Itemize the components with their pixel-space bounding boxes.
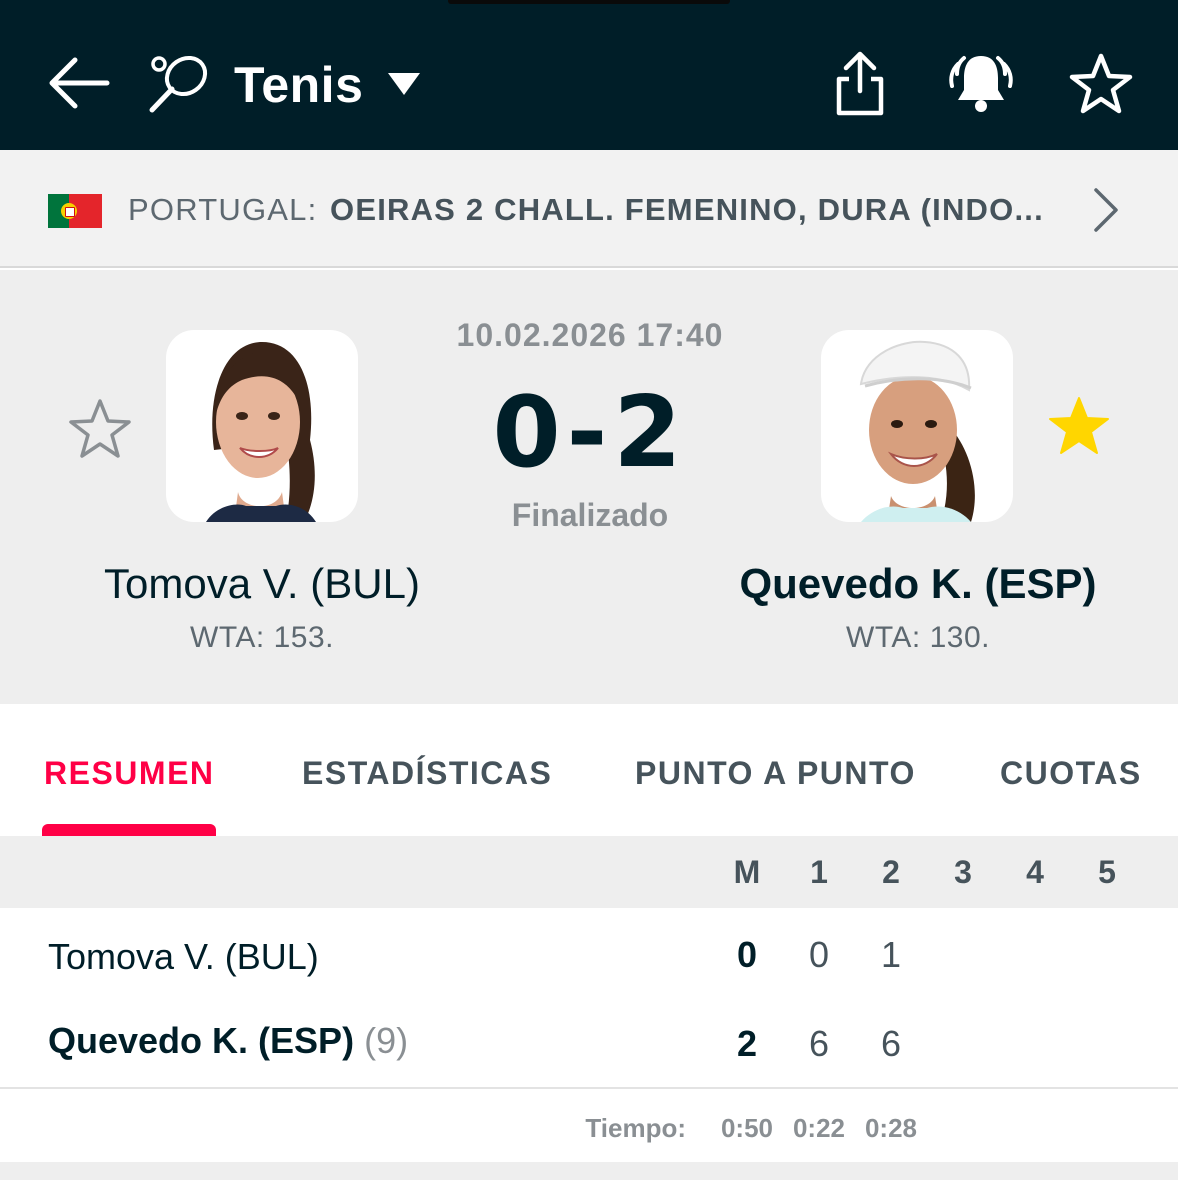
- column-header-match: M: [733, 854, 761, 890]
- tournament-name[interactable]: OEIRAS 2 CHALL. FEMENINO, DURA (INDO...: [330, 192, 1044, 228]
- table-row-home-set2: 1: [880, 934, 902, 975]
- player-avatar-icon: [859, 340, 975, 522]
- sport-title[interactable]: Tenis: [234, 56, 363, 114]
- column-header-set3: 3: [954, 854, 972, 890]
- column-header-set4: 4: [1026, 854, 1044, 890]
- favorite-player-home-button[interactable]: [64, 394, 136, 464]
- active-tab-indicator: [42, 824, 216, 836]
- caret-down-icon: [388, 73, 420, 95]
- table-row-away-set2: 6: [880, 1023, 902, 1064]
- time-total: 0:50: [720, 1113, 774, 1143]
- tab-punto-a-punto[interactable]: PUNTO A PUNTO: [635, 754, 916, 792]
- star-outline-icon: [69, 399, 131, 458]
- time-set1: 0:22: [792, 1113, 846, 1143]
- column-header-set2: 2: [882, 854, 900, 890]
- tab-cuotas[interactable]: CUOTAS: [1000, 754, 1142, 792]
- table-row-home-name[interactable]: Tomova V. (BUL): [48, 936, 319, 978]
- chevron-right-icon[interactable]: [1086, 186, 1126, 234]
- favorite-match-button[interactable]: [1066, 50, 1136, 118]
- match-score: 0-2: [492, 376, 688, 490]
- bottom-divider: [0, 1162, 1178, 1180]
- score-table-header: [0, 836, 1178, 908]
- table-row-away-set1: 6: [808, 1023, 830, 1064]
- notifications-button[interactable]: [946, 48, 1016, 120]
- favorite-player-away-button[interactable]: [1042, 390, 1116, 462]
- status-notch: [448, 0, 730, 4]
- time-label: Tiempo:: [585, 1113, 686, 1143]
- bell-ringing-icon: [949, 56, 1013, 112]
- table-row-away-match: 2: [736, 1023, 758, 1064]
- tab-resumen[interactable]: RESUMEN: [44, 754, 215, 792]
- share-icon: [836, 51, 884, 116]
- tab-estadisticas[interactable]: ESTADÍSTICAS: [302, 754, 552, 792]
- player-home-rank: WTA: 153.: [190, 621, 334, 654]
- table-row-home-match: 0: [736, 934, 758, 975]
- star-outline-icon: [1069, 53, 1133, 114]
- player-home-photo[interactable]: [166, 330, 358, 522]
- player-away-rank: WTA: 130.: [846, 621, 990, 654]
- portugal-flag-icon: [48, 194, 102, 228]
- player-away-name[interactable]: Quevedo K. (ESP): [718, 560, 1118, 608]
- column-header-set1: 1: [810, 854, 828, 890]
- table-row-away-name[interactable]: Quevedo K. (ESP) (9): [48, 1020, 408, 1062]
- arrow-left-icon: [49, 57, 110, 109]
- table-row-home-set1: 0: [808, 934, 830, 975]
- column-header-set5: 5: [1098, 854, 1116, 890]
- sport-dropdown-button[interactable]: [384, 68, 424, 100]
- back-button[interactable]: [40, 50, 116, 116]
- player-away-photo[interactable]: [821, 330, 1013, 522]
- player-avatar-icon: [206, 342, 316, 522]
- player-seed: (9): [364, 1020, 409, 1061]
- table-divider: [0, 1087, 1178, 1089]
- tennis-racket-icon: [146, 52, 212, 116]
- player-home-name[interactable]: Tomova V. (BUL): [62, 560, 462, 608]
- tournament-country: PORTUGAL:: [128, 192, 318, 227]
- star-filled-icon: [1049, 397, 1109, 454]
- time-set2: 0:28: [864, 1113, 918, 1143]
- table-row-away-name-text: Quevedo K. (ESP): [48, 1020, 355, 1061]
- match-status: Finalizado: [511, 497, 669, 533]
- share-button[interactable]: [828, 48, 892, 120]
- tab-bar: RESUMEN ESTADÍSTICAS PUNTO A PUNTO CUOTA…: [0, 704, 1178, 836]
- match-datetime: 10.02.2026 17:40: [456, 317, 724, 353]
